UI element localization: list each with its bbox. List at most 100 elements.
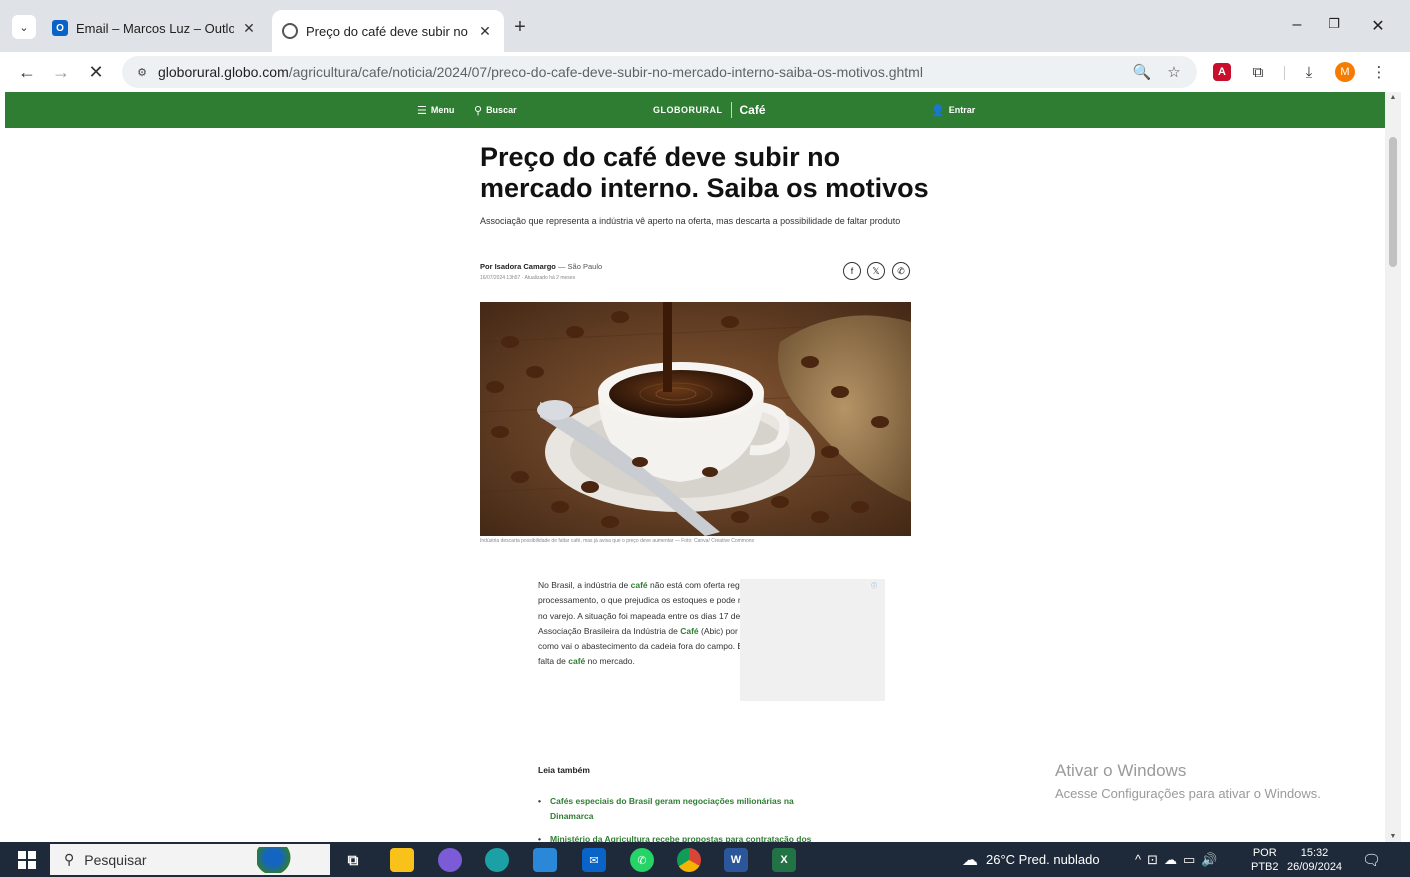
profile-avatar[interactable]: M bbox=[1335, 62, 1355, 82]
mail-icon[interactable]: ✉ bbox=[582, 848, 606, 872]
section-name: Café bbox=[739, 103, 766, 117]
bird-illustration-icon bbox=[256, 846, 297, 873]
forward-button[interactable]: → bbox=[49, 60, 73, 84]
keyword-link[interactable]: café bbox=[568, 656, 585, 666]
taskbar-search-placeholder: Pesquisar bbox=[84, 851, 147, 868]
site-header: ☰ Menu ⚲ Buscar GLOBORURAL Café 👤 Entrar bbox=[5, 92, 1385, 128]
toolbar-divider bbox=[1284, 66, 1285, 80]
download-icon[interactable]: ⤓ bbox=[1298, 61, 1320, 83]
article-byline: Por Isadora Camargo — São Paulo bbox=[480, 262, 602, 271]
onedrive-icon[interactable]: ☁ bbox=[1164, 852, 1183, 868]
keyword-link[interactable]: Café bbox=[680, 626, 698, 636]
store-icon[interactable] bbox=[533, 848, 557, 872]
tab-title: Email – Marcos Luz – Outlook bbox=[76, 20, 234, 36]
clock-date: 26/09/2024 bbox=[1287, 861, 1343, 873]
pdf-extension-icon[interactable]: A bbox=[1213, 63, 1231, 81]
whatsapp-share-icon[interactable]: ✆ bbox=[892, 262, 910, 280]
page-viewport: ☰ Menu ⚲ Buscar GLOBORURAL Café 👤 Entrar… bbox=[5, 92, 1385, 842]
search-icon: ⚲ bbox=[474, 104, 483, 117]
address-bar[interactable]: ⚙ globorural.globo.com/agricultura/cafe/… bbox=[122, 56, 1197, 88]
close-window-button[interactable]: ✕ bbox=[1366, 16, 1390, 36]
excel-icon[interactable]: X bbox=[772, 848, 796, 872]
language-indicator[interactable]: POR PTB2 bbox=[1251, 846, 1279, 874]
system-clock[interactable]: 15:32 26/09/2024 bbox=[1287, 846, 1342, 874]
watermark-subtitle: Acesse Configurações para ativar o Windo… bbox=[1055, 786, 1321, 801]
zoom-icon[interactable]: 🔍 bbox=[1132, 62, 1152, 82]
menu-label: Menu bbox=[430, 105, 455, 115]
notifications-icon[interactable]: 🗨 bbox=[1362, 842, 1381, 877]
windows-taskbar: ⚲ Pesquisar ⧉ ✉ ✆ W X ☁ 26°C Pred. nubla… bbox=[0, 842, 1410, 877]
chrome-icon[interactable] bbox=[677, 848, 701, 872]
page-scrollbar[interactable]: ▲ ▼ bbox=[1385, 92, 1401, 842]
loading-icon bbox=[282, 23, 298, 39]
author-name[interactable]: Isadora Camargo bbox=[495, 262, 556, 271]
browser-tab-bar: ⌄ O Email – Marcos Luz – Outlook ✕ Preço… bbox=[0, 0, 1410, 52]
tab-article[interactable]: Preço do café deve subir no me ✕ bbox=[272, 10, 504, 52]
advertisement-placeholder[interactable]: ⓘ bbox=[740, 579, 885, 701]
scroll-down-arrow[interactable]: ▼ bbox=[1385, 833, 1401, 840]
byline-location: — São Paulo bbox=[555, 262, 603, 271]
article-subhead: Associação que representa a indústria vê… bbox=[480, 216, 901, 226]
brand-divider bbox=[730, 102, 732, 118]
related-heading: Leia também bbox=[538, 765, 590, 775]
image-caption: Indústria descarta possibilidade de falt… bbox=[480, 538, 755, 544]
related-link[interactable]: Ministério da Agricultura recebe propost… bbox=[538, 832, 838, 842]
stop-loading-button[interactable]: ✕ bbox=[84, 60, 108, 84]
word-icon[interactable]: W bbox=[724, 848, 748, 872]
more-menu-icon[interactable]: ⋮ bbox=[1368, 61, 1390, 83]
extensions-icon[interactable]: ⧉ bbox=[1247, 61, 1269, 83]
edge-icon[interactable] bbox=[485, 848, 509, 872]
clock-time: 15:32 bbox=[1300, 847, 1329, 859]
menu-button[interactable]: ☰ Menu bbox=[417, 92, 454, 128]
user-icon: 👤 bbox=[931, 104, 945, 117]
outlook-icon: O bbox=[52, 20, 68, 36]
cloud-icon: ☁ bbox=[962, 851, 978, 869]
author-prefix: Por bbox=[480, 262, 495, 271]
whatsapp-icon[interactable]: ✆ bbox=[630, 848, 654, 872]
login-button[interactable]: 👤 Entrar bbox=[931, 92, 975, 128]
network-icon[interactable]: ⊡ bbox=[1147, 852, 1164, 868]
restore-button[interactable]: ❐ bbox=[1322, 16, 1346, 32]
article-dateline: 16/07/2024 13h57 · Atualizado há 2 meses bbox=[480, 275, 576, 281]
article-hero-image bbox=[480, 302, 911, 536]
watermark-title: Ativar o Windows bbox=[1055, 761, 1187, 780]
back-button[interactable]: ← bbox=[15, 60, 39, 84]
search-icon: ⚲ bbox=[64, 851, 75, 867]
site-brand[interactable]: GLOBORURAL Café bbox=[653, 92, 766, 128]
task-view-icon[interactable]: ⧉ bbox=[341, 848, 365, 872]
tab-outlook[interactable]: O Email – Marcos Luz – Outlook ✕ bbox=[42, 13, 268, 43]
related-links: Cafés especiais do Brasil geram negociaç… bbox=[538, 794, 838, 842]
weather-widget[interactable]: ☁ 26°C Pred. nublado bbox=[962, 842, 1100, 877]
file-explorer-icon[interactable] bbox=[390, 848, 414, 872]
chevron-up-icon[interactable]: ^ bbox=[1135, 852, 1147, 867]
display-icon[interactable]: ▭ bbox=[1183, 852, 1201, 868]
keyword-link[interactable]: café bbox=[631, 580, 648, 590]
facebook-share-icon[interactable]: f bbox=[843, 262, 861, 280]
search-button[interactable]: ⚲ Buscar bbox=[474, 92, 517, 128]
article-headline: Preço do café deve subir no mercado inte… bbox=[480, 142, 929, 203]
copilot-icon[interactable] bbox=[438, 848, 462, 872]
system-tray-icons[interactable]: ^ ⊡ ☁ ▭ 🔊 bbox=[1135, 842, 1224, 877]
new-tab-button[interactable]: + bbox=[510, 17, 530, 37]
volume-icon[interactable]: 🔊 bbox=[1201, 852, 1223, 868]
tab-title: Preço do café deve subir no me bbox=[306, 23, 470, 39]
windows-start-icon[interactable] bbox=[18, 851, 36, 869]
site-logo: GLOBORURAL bbox=[653, 105, 723, 115]
minimize-button[interactable]: – bbox=[1285, 16, 1309, 34]
scrollbar-thumb[interactable] bbox=[1389, 137, 1397, 267]
ad-info-icon[interactable]: ⓘ bbox=[871, 581, 877, 590]
tab-search-button[interactable]: ⌄ bbox=[12, 15, 36, 39]
site-info-icon[interactable]: ⚙ bbox=[132, 62, 152, 82]
close-icon[interactable]: ✕ bbox=[240, 20, 258, 37]
related-link[interactable]: Cafés especiais do Brasil geram negociaç… bbox=[538, 794, 838, 824]
login-label: Entrar bbox=[948, 105, 976, 115]
weather-text: 26°C Pred. nublado bbox=[986, 852, 1100, 867]
coffee-cup-illustration bbox=[480, 302, 911, 536]
windows-activation-watermark: Ativar o Windows Acesse Configurações pa… bbox=[1055, 761, 1321, 801]
close-icon[interactable]: ✕ bbox=[476, 23, 494, 40]
url-text[interactable]: globorural.globo.com/agricultura/cafe/no… bbox=[158, 64, 923, 80]
scroll-up-arrow[interactable]: ▲ bbox=[1385, 94, 1401, 101]
taskbar-search[interactable]: ⚲ Pesquisar bbox=[50, 844, 330, 875]
x-share-icon[interactable]: 𝕏 bbox=[867, 262, 885, 280]
bookmark-star-icon[interactable]: ☆ bbox=[1164, 62, 1184, 82]
